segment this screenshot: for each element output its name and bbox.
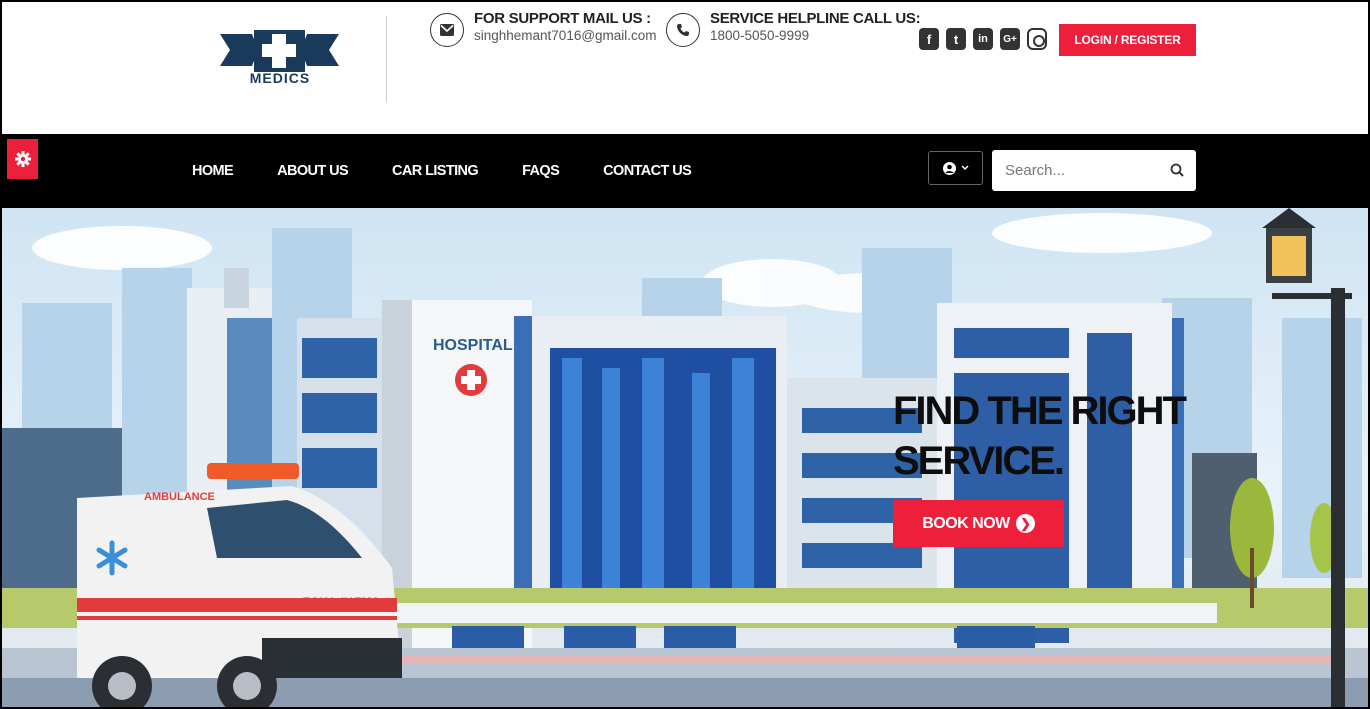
google-plus-icon[interactable]: G+ <box>1000 28 1020 50</box>
hospital-sign: HOSPITAL <box>433 337 513 354</box>
page-frame: MEDICS FOR SUPPORT MAIL US : singhhemant… <box>0 0 1370 709</box>
user-icon <box>942 161 956 175</box>
book-now-button[interactable]: BOOK NOW ❯ <box>893 500 1064 547</box>
phone-icon <box>666 13 700 47</box>
user-menu-button[interactable] <box>928 151 983 185</box>
nav-item-about-us[interactable]: ABOUT US <box>277 163 349 179</box>
hero-banner: HOSPITAL AMBULANCE AMBULANCE FIND THE RI… <box>2 208 1368 707</box>
instagram-icon[interactable] <box>1027 28 1047 50</box>
logo-text: MEDICS <box>249 70 311 86</box>
arrow-right-icon: ❯ <box>1015 514 1035 533</box>
facebook-icon[interactable]: f <box>919 28 939 50</box>
helpline-value[interactable]: 1800-5050-9999 <box>710 28 920 44</box>
login-register-button[interactable]: LOGIN / REGISTER <box>1059 24 1196 56</box>
linkedin-icon[interactable]: in <box>973 28 993 50</box>
support-mail: FOR SUPPORT MAIL US : singhhemant7016@gm… <box>430 10 657 47</box>
logo-graphic <box>220 30 339 72</box>
search-icon[interactable] <box>1170 163 1184 177</box>
ambulance-label: AMBULANCE <box>144 491 215 503</box>
header-divider <box>386 16 387 102</box>
social-links: f t in G+ <box>919 28 1047 50</box>
nav-menu: HOME ABOUT US CAR LISTING FAQS CONTACT U… <box>192 134 735 208</box>
nav-item-car-listing[interactable]: CAR LISTING <box>392 163 479 179</box>
main-navbar: HOME ABOUT US CAR LISTING FAQS CONTACT U… <box>2 134 1368 208</box>
nav-item-home[interactable]: HOME <box>192 163 234 179</box>
gear-icon <box>14 151 31 167</box>
site-logo[interactable]: MEDICS <box>212 20 347 100</box>
support-mail-value[interactable]: singhhemant7016@gmail.com <box>474 28 657 44</box>
envelope-icon <box>430 13 464 47</box>
settings-button[interactable] <box>7 139 38 179</box>
chevron-down-icon <box>960 165 969 171</box>
top-header: MEDICS FOR SUPPORT MAIL US : singhhemant… <box>2 2 1368 134</box>
nav-item-contact-us[interactable]: CONTACT US <box>603 163 692 179</box>
book-now-label: BOOK NOW <box>922 514 1010 532</box>
ambulance-mirror-label: AMBULANCE <box>303 595 380 609</box>
service-helpline: SERVICE HELPLINE CALL US: 1800-5050-9999 <box>666 10 921 47</box>
support-mail-label: FOR SUPPORT MAIL US : <box>474 10 651 27</box>
nav-item-faqs[interactable]: FAQS <box>522 163 560 179</box>
search-input[interactable] <box>992 150 1162 191</box>
hero-title: FIND THE RIGHT SERVICE. <box>893 389 1187 483</box>
search-box <box>992 150 1196 191</box>
twitter-icon[interactable]: t <box>946 28 966 50</box>
helpline-label: SERVICE HELPLINE CALL US: <box>710 10 921 27</box>
